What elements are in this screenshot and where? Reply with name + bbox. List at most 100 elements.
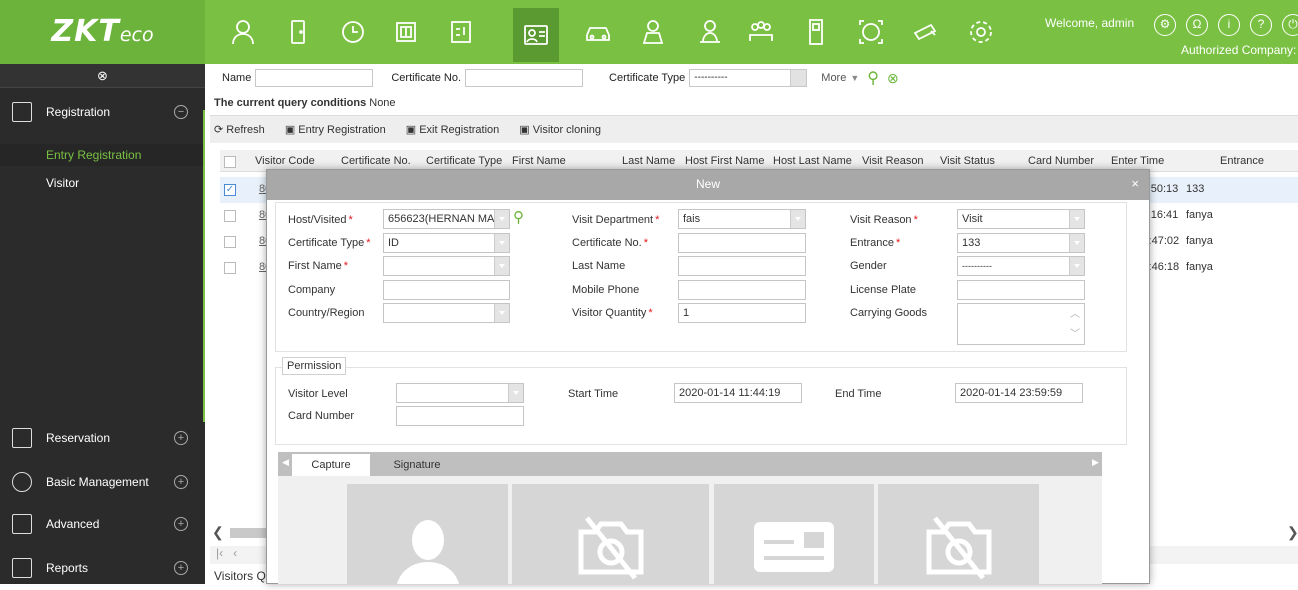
toolbar: ⟳ Refresh ▣ Entry Registration ▣ Exit Re… <box>210 115 1298 143</box>
last-name-input[interactable] <box>678 256 806 276</box>
country-region-label: Country/Region <box>288 307 365 319</box>
sidebar-item-entry-registration[interactable]: Entry Registration <box>0 144 205 166</box>
cert-type-select[interactable]: ---------- <box>689 69 808 87</box>
user-profile-icon[interactable]: Ω <box>1186 14 1208 36</box>
sidebar-section-reports[interactable]: Reports + <box>0 546 205 590</box>
prev-page-icon[interactable]: ‹ <box>233 546 237 560</box>
system-settings-icon[interactable] <box>963 14 999 50</box>
parking-icon[interactable] <box>580 14 616 50</box>
column-header[interactable]: Visit Reason <box>862 155 924 167</box>
capture-photo-placeholder-2[interactable] <box>878 484 1039 584</box>
row-checkbox[interactable]: ✓ <box>224 184 236 196</box>
person-photo-placeholder[interactable] <box>347 484 508 584</box>
end-time-input[interactable]: 2020-01-14 23:59:59 <box>955 383 1083 403</box>
visit-reason-select[interactable]: Visit <box>957 209 1085 229</box>
help-icon[interactable]: ? <box>1250 14 1272 36</box>
horizontal-scrollbar[interactable] <box>230 528 270 538</box>
sidebar-collapse-icon[interactable]: ⊗ <box>0 64 205 88</box>
visitor-icon[interactable] <box>513 8 559 62</box>
column-header[interactable]: Host Last Name <box>773 155 852 167</box>
gender-select[interactable]: ---------- <box>957 256 1085 276</box>
visitor-cloning-button[interactable]: ▣ Visitor cloning <box>519 123 601 136</box>
entry-registration-button[interactable]: ▣ Entry Registration <box>285 123 386 136</box>
carrying-goods-textarea[interactable]: ︿ ﹀ <box>957 303 1085 345</box>
visit-department-label: Visit Department * <box>572 214 660 226</box>
scroll-up-icon[interactable]: ︿ <box>1070 306 1080 324</box>
row-checkbox[interactable] <box>224 210 236 222</box>
expand-toggle-icon[interactable]: + <box>174 561 188 575</box>
power-icon[interactable]: ⏻ <box>1282 14 1298 36</box>
tab-signature[interactable]: Signature <box>376 454 458 476</box>
exit-registration-button[interactable]: ▣ Exit Registration <box>406 123 500 136</box>
info-icon[interactable]: i <box>1218 14 1240 36</box>
more-arrow-icon[interactable]: ▼ <box>850 73 859 83</box>
more-toggle[interactable]: More <box>821 72 846 84</box>
search-icon[interactable]: ⚲ <box>867 68 879 88</box>
row-checkbox[interactable] <box>224 262 236 274</box>
column-header[interactable]: Visitor Code <box>255 155 315 167</box>
expand-toggle-icon[interactable]: + <box>174 475 188 489</box>
column-header[interactable]: Certificate No. <box>341 155 411 167</box>
elevator-icon[interactable] <box>388 14 424 50</box>
meeting-icon[interactable] <box>692 14 728 50</box>
locker-icon[interactable] <box>798 14 834 50</box>
license-plate-input[interactable] <box>957 280 1085 300</box>
patrol-icon[interactable] <box>635 14 671 50</box>
attendance-group-icon[interactable] <box>743 14 779 50</box>
sidebar-section-basic-management[interactable]: Basic Management + <box>0 460 205 504</box>
column-header[interactable]: Card Number <box>1028 155 1094 167</box>
clear-icon[interactable]: ⊗ <box>887 70 899 87</box>
personnel-icon[interactable] <box>225 14 261 50</box>
scroll-down-icon[interactable]: ﹀ <box>1070 326 1080 344</box>
entrance-cell: fanya <box>1186 261 1213 273</box>
cert-no-input[interactable] <box>465 69 584 87</box>
expand-toggle-icon[interactable]: + <box>174 517 188 531</box>
face-recognition-icon[interactable] <box>853 14 889 50</box>
visitor-level-select[interactable] <box>396 383 524 403</box>
select-all-checkbox[interactable] <box>224 156 236 168</box>
capture-photo-placeholder[interactable] <box>512 484 709 584</box>
column-header[interactable]: Enter Time <box>1111 155 1164 167</box>
entrance-select[interactable]: 133 <box>957 233 1085 253</box>
card-number-input[interactable] <box>396 406 524 426</box>
company-input[interactable] <box>383 280 510 300</box>
sidebar-item-visitor[interactable]: Visitor <box>0 172 205 194</box>
expand-toggle-icon[interactable]: + <box>174 431 188 445</box>
tab-scroll-left-icon[interactable]: ◀ <box>282 457 289 468</box>
column-header[interactable]: Certificate Type <box>426 155 502 167</box>
certificate-no-input[interactable] <box>678 233 806 253</box>
close-icon[interactable]: × <box>1131 170 1139 198</box>
sidebar-section-reservation[interactable]: Reservation + <box>0 416 205 460</box>
column-header[interactable]: Last Name <box>622 155 675 167</box>
column-header[interactable]: First Name <box>512 155 566 167</box>
row-checkbox[interactable] <box>224 236 236 248</box>
refresh-button[interactable]: ⟳ Refresh <box>214 123 265 136</box>
visit-department-select[interactable]: fais <box>678 209 806 229</box>
certificate-type-select[interactable]: ID <box>383 233 510 253</box>
visitor-quantity-input[interactable]: 1 <box>678 303 806 323</box>
access-control-icon[interactable] <box>280 14 316 50</box>
column-header[interactable]: Visit Status <box>940 155 995 167</box>
mobile-phone-input[interactable] <box>678 280 806 300</box>
tab-scroll-right-icon[interactable]: ▶ <box>1092 457 1099 468</box>
scroll-right-icon[interactable]: ❯ <box>1287 524 1298 541</box>
first-name-select[interactable] <box>383 256 510 276</box>
country-region-select[interactable] <box>383 303 510 323</box>
video-icon[interactable] <box>908 14 944 50</box>
host-search-icon[interactable]: ⚲ <box>513 208 524 226</box>
column-header[interactable]: Entrance <box>1220 155 1264 167</box>
sidebar-section-advanced[interactable]: Advanced + <box>0 502 205 546</box>
tab-capture[interactable]: Capture <box>292 454 370 476</box>
consumption-icon[interactable] <box>443 14 479 50</box>
first-page-icon[interactable]: |‹ <box>216 546 223 560</box>
start-time-input[interactable]: 2020-01-14 11:44:19 <box>674 383 802 403</box>
collapse-toggle-icon[interactable]: − <box>174 105 188 119</box>
sidebar-section-registration[interactable]: Registration − <box>0 90 205 134</box>
column-header[interactable]: Host First Name <box>685 155 764 167</box>
id-card-placeholder[interactable] <box>714 484 874 584</box>
scroll-left-icon[interactable]: ❮ <box>212 524 224 541</box>
time-attendance-icon[interactable] <box>335 14 371 50</box>
name-input[interactable] <box>255 69 374 87</box>
host-visited-select[interactable]: 656623(HERNAN MAF <box>383 209 510 229</box>
settings-gear-icon[interactable]: ⚙ <box>1154 14 1176 36</box>
